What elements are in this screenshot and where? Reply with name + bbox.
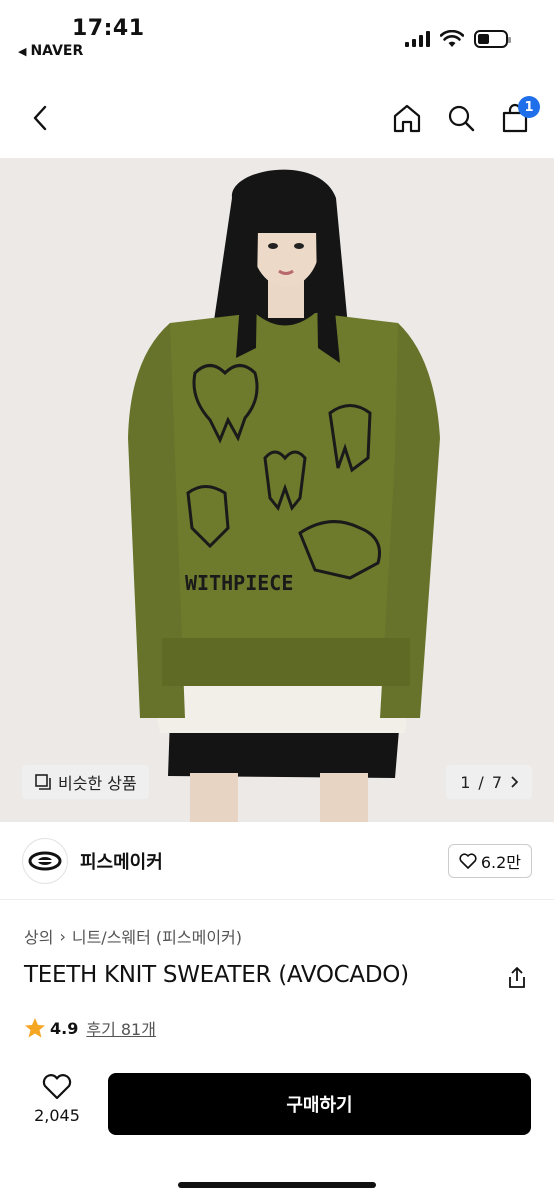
product-image-carousel[interactable]: WITHPIECE 비슷한 상품 1 / 7 <box>0 158 554 822</box>
brand-name[interactable]: 피스메이커 <box>80 848 163 874</box>
brand-like-count: 6.2만 <box>480 853 521 872</box>
home-indicator <box>178 1182 376 1188</box>
home-button[interactable] <box>390 98 424 138</box>
status-time: 17:41 <box>72 16 145 41</box>
brand-row: 피스메이커 6.2만 <box>0 822 554 900</box>
brand-logo-icon <box>28 851 62 871</box>
search-button[interactable] <box>444 98 478 138</box>
breadcrumb: 상의 › 니트/스웨터 (피스메이커) <box>24 924 242 948</box>
similar-products-button[interactable]: 비슷한 상품 <box>22 765 149 799</box>
back-button[interactable] <box>22 98 58 138</box>
share-icon <box>509 967 525 988</box>
back-triangle-icon: ◀ <box>18 44 27 58</box>
search-icon <box>448 105 475 132</box>
wishlist-button[interactable]: 2,045 <box>22 1074 92 1134</box>
star-icon <box>25 1018 45 1038</box>
rating-value: 4.9 <box>50 1018 79 1038</box>
back-to-app-link[interactable]: ◀ NAVER <box>18 43 83 59</box>
sweater-print-text: WITHPIECE <box>185 571 293 595</box>
reviews-link[interactable]: 후기 81개 <box>86 1016 156 1040</box>
page-total: 7 <box>491 772 502 792</box>
cart-button[interactable]: 1 <box>498 96 540 138</box>
product-title: TEETH KNIT SWEATER (AVOCADO) <box>24 962 409 988</box>
chevron-left-icon <box>33 105 47 131</box>
page-separator: / <box>478 772 484 792</box>
product-photo: WITHPIECE <box>128 169 440 822</box>
cellular-signal-icon <box>405 31 430 47</box>
image-page-indicator[interactable]: 1 / 7 <box>446 765 532 799</box>
share-button[interactable] <box>504 964 530 992</box>
cart-count-badge: 1 <box>518 96 540 118</box>
heart-icon <box>459 853 477 869</box>
rating-row: 4.9 후기 81개 <box>24 1016 156 1040</box>
similar-products-label: 비슷한 상품 <box>58 774 137 793</box>
wifi-icon <box>440 30 464 47</box>
wishlist-count: 2,045 <box>34 1106 80 1125</box>
status-icons <box>405 30 511 48</box>
nav-bar: 1 <box>0 78 554 158</box>
brand-logo[interactable] <box>22 838 68 884</box>
breadcrumb-item[interactable]: 상의 <box>24 924 53 948</box>
chevron-right-icon <box>511 776 518 788</box>
similar-items-icon <box>35 774 51 790</box>
status-bar: 17:41 ◀ NAVER <box>0 0 554 78</box>
back-app-label: NAVER <box>30 43 84 59</box>
buy-button[interactable]: 구매하기 <box>108 1073 531 1135</box>
heart-icon <box>42 1074 72 1100</box>
brand-like-button[interactable]: 6.2만 <box>447 844 532 878</box>
battery-icon <box>474 30 511 48</box>
home-icon <box>393 104 421 133</box>
page-current: 1 <box>460 772 471 792</box>
breadcrumb-item[interactable]: 니트/스웨터 (피스메이커) <box>72 924 242 948</box>
nav-actions: 1 <box>390 96 540 138</box>
breadcrumb-separator-icon: › <box>59 926 66 946</box>
